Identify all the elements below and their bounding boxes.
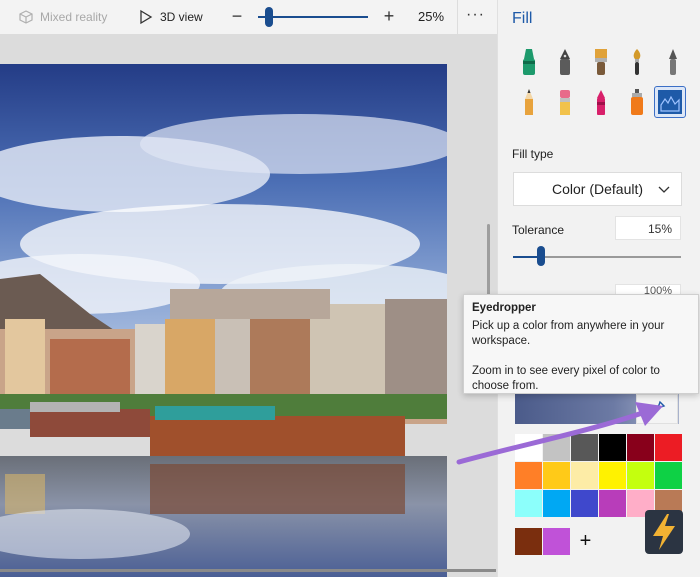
tooltip-title: Eyedropper	[472, 302, 536, 314]
canvas-image[interactable]	[0, 64, 447, 577]
mixed-reality-button[interactable]: Mixed reality	[10, 0, 115, 34]
mixed-reality-icon	[19, 10, 33, 24]
fill-type-value: Color (Default)	[551, 181, 644, 197]
watercolor-tool[interactable]	[621, 46, 653, 78]
fill-bucket-icon	[658, 90, 682, 114]
3d-view-icon	[140, 9, 153, 25]
eyedropper-tooltip: Eyedropper Pick up a color from anywhere…	[463, 294, 699, 394]
3d-view-button[interactable]: 3D view	[130, 0, 211, 34]
horizontal-scrollbar[interactable]	[0, 569, 496, 572]
zoom-slider-thumb[interactable]	[265, 7, 273, 27]
tolerance-value-input[interactable]: 15%	[615, 216, 681, 240]
pixel-pen-tool[interactable]	[657, 46, 689, 78]
tooltip-line-2: Zoom in to see every pixel of color to c…	[472, 365, 660, 392]
watercolor-icon	[633, 49, 641, 75]
fill-tool[interactable]	[654, 86, 686, 118]
add-color-button[interactable]: +	[572, 528, 599, 555]
annotation-arrow	[456, 402, 663, 465]
calligraphy-pen-icon	[560, 49, 570, 75]
custom-color-swatch[interactable]	[515, 528, 542, 555]
more-options-button[interactable]: ···	[466, 6, 485, 24]
marker-icon	[523, 49, 535, 75]
spray-can-tool[interactable]	[621, 86, 653, 118]
oil-brush-tool[interactable]	[585, 46, 617, 78]
spray-can-icon	[631, 89, 643, 115]
eraser-icon	[560, 90, 570, 115]
watermark-logo	[645, 510, 683, 554]
crayon-tool[interactable]	[585, 86, 617, 118]
custom-color-swatch[interactable]	[543, 528, 570, 555]
color-swatch[interactable]	[543, 490, 570, 517]
calligraphy-pen-tool[interactable]	[549, 46, 581, 78]
fill-type-dropdown[interactable]: Color (Default)	[513, 172, 682, 206]
fill-type-label: Fill type	[512, 147, 554, 161]
tooltip-line-1: Pick up a color from anywhere in your wo…	[472, 320, 665, 347]
eraser-tool[interactable]	[549, 86, 581, 118]
tolerance-slider-thumb[interactable]	[537, 246, 545, 266]
chevron-down-icon	[658, 186, 670, 193]
canvas-workspace[interactable]	[0, 34, 497, 577]
tolerance-slider-remaining[interactable]	[542, 256, 681, 258]
top-toolbar: Mixed reality 3D view − + 25% ···	[0, 0, 497, 34]
color-swatch[interactable]	[571, 490, 598, 517]
zoom-slider-track[interactable]	[258, 16, 368, 18]
oil-brush-icon	[595, 49, 607, 75]
tolerance-label: Tolerance	[512, 223, 565, 237]
3d-view-label: 3D view	[160, 10, 203, 24]
marker-tool[interactable]	[513, 46, 545, 78]
pixel-pen-icon	[669, 49, 677, 75]
panel-title: Fill	[512, 10, 533, 27]
toolbar-divider	[457, 0, 458, 34]
zoom-out-button[interactable]: −	[226, 4, 248, 28]
pencil-icon	[525, 89, 533, 115]
zoom-in-button[interactable]: +	[378, 4, 400, 28]
color-swatch[interactable]	[599, 490, 626, 517]
custom-colors-row: +	[515, 528, 599, 555]
fill-side-panel: Fill Fill type Color (Default) Tolerance…	[497, 0, 700, 577]
crayon-icon	[597, 90, 605, 115]
zoom-level[interactable]: 25%	[418, 9, 450, 24]
mixed-reality-label: Mixed reality	[40, 10, 108, 24]
pencil-tool[interactable]	[513, 86, 545, 118]
color-swatch[interactable]	[515, 490, 542, 517]
